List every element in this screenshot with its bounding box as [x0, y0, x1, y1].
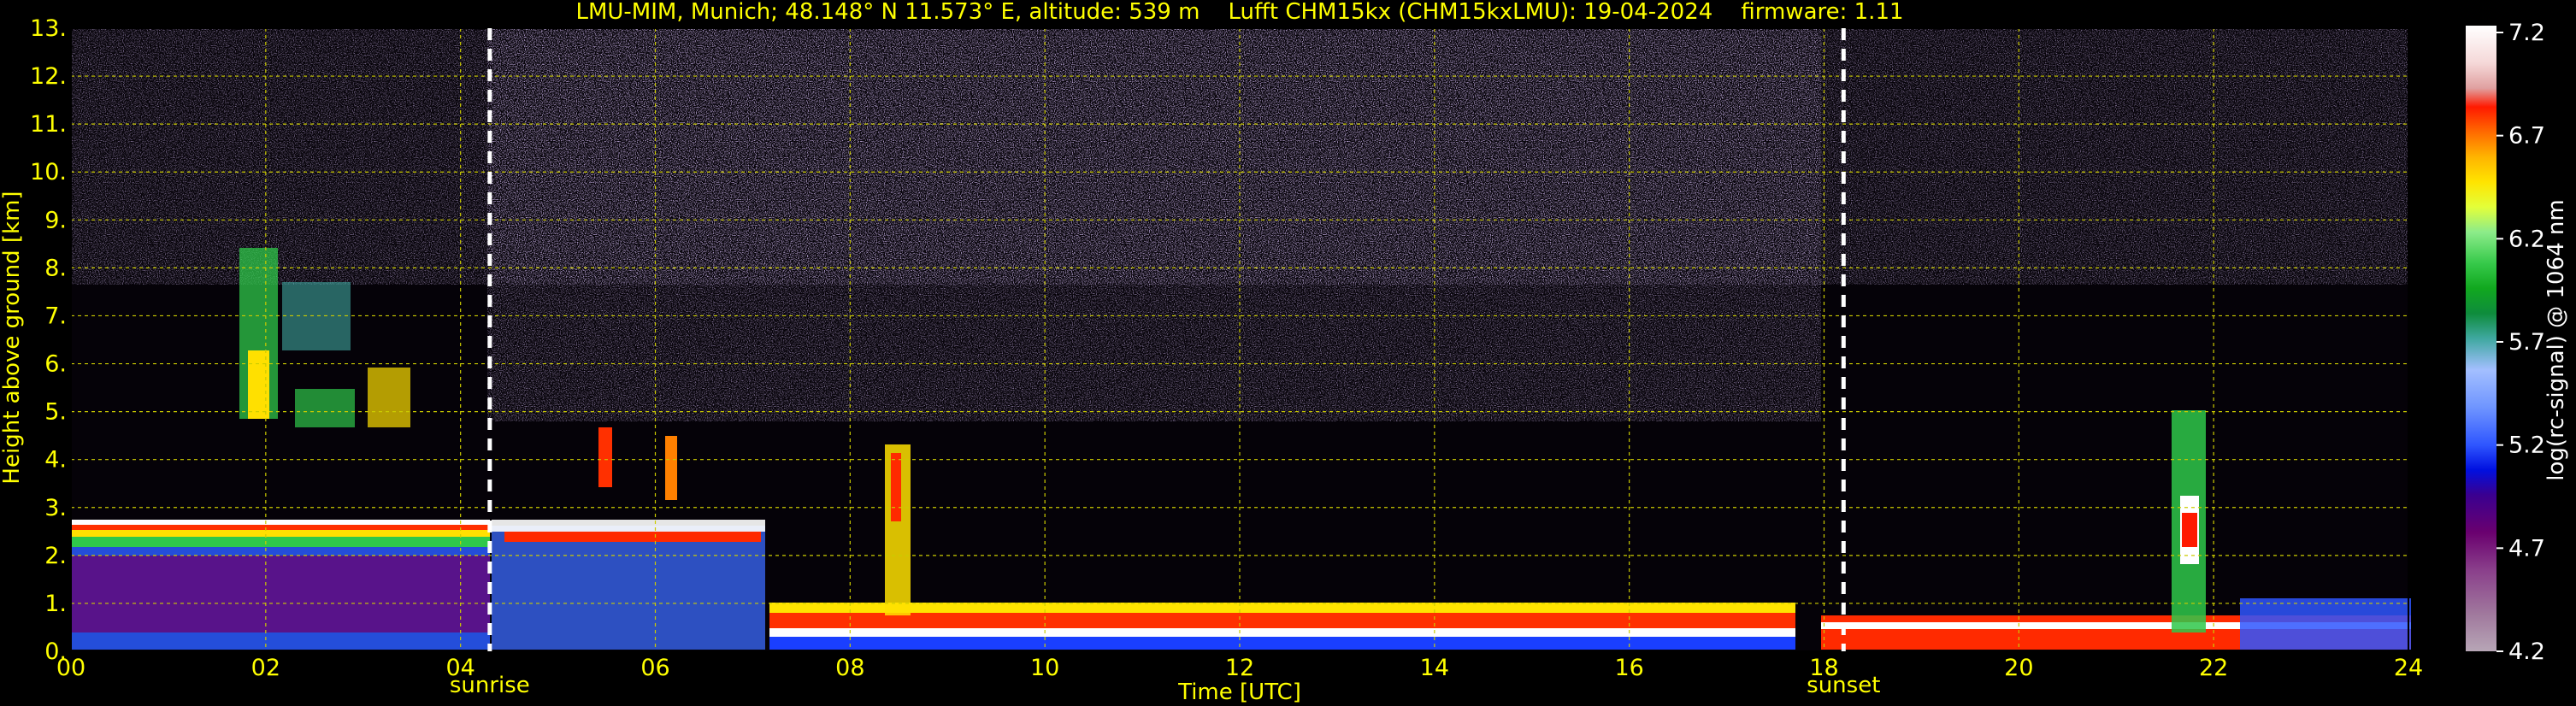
y-tick-label: 13.: [30, 15, 67, 42]
x-tick-label: 16: [1614, 655, 1643, 681]
x-tick-label: 20: [2004, 655, 2033, 681]
x-tick-label: 18: [1809, 655, 1838, 681]
y-tick-label: 2.: [44, 543, 67, 569]
x-tick-label: 04: [445, 655, 475, 681]
y-tick-label: 7.: [44, 303, 67, 329]
colorbar-tick-label: 6.2: [2508, 226, 2545, 252]
x-tick-label: 22: [2199, 655, 2228, 681]
colorbar-tick-label: 4.2: [2508, 638, 2545, 665]
x-tick-label: 02: [251, 655, 280, 681]
y-tick-label: 5.: [44, 399, 67, 426]
colorbar-ticks: 7.2 6.7 6.2 5.7 5.2 4.7 4.2: [2496, 20, 2545, 665]
noise-texture-mid: [487, 28, 1821, 421]
y-tick-label: 11.: [30, 111, 67, 138]
colorbar: [2466, 26, 2496, 651]
y-tick-label: 10.: [30, 159, 67, 185]
x-axis-ticks: 00 02 04 06 08 10 12 14 16 18 20 22 24: [56, 655, 2423, 681]
x-tick-label: 12: [1225, 655, 1254, 681]
y-tick-label: 8.: [44, 255, 67, 281]
x-tick-label: 24: [2394, 655, 2423, 681]
y-tick-label: 9.: [44, 207, 67, 233]
y-tick-label: 3.: [44, 495, 67, 521]
ceilometer-chart: sunrise sunset 0.1.2.3.4.5.6.7.8.9.10.11.…: [0, 0, 2569, 705]
colorbar-tick-label: 5.2: [2508, 432, 2545, 459]
x-tick-label: 14: [1420, 655, 1449, 681]
colorbar-label: log(rc-signal) @ 1064 nm: [2544, 199, 2569, 480]
chart-title: LMU-MIM, Munich; 48.148° N 11.573° E, al…: [575, 0, 1903, 25]
y-tick-label: 1.: [44, 591, 67, 617]
y-axis-label: Height above ground [km]: [0, 191, 25, 484]
x-axis-label: Time [UTC]: [1177, 680, 1301, 705]
x-tick-label: 06: [640, 655, 669, 681]
y-tick-label: 4.: [44, 447, 67, 474]
colorbar-tick-label: 7.2: [2508, 20, 2545, 46]
y-axis-ticks: 0.1.2.3.4.5.6.7.8.9.10.11.12.13.: [30, 15, 67, 665]
y-tick-label: 6.: [44, 351, 67, 378]
y-tick-label: 12.: [30, 63, 67, 90]
x-tick-label: 08: [835, 655, 864, 681]
colorbar-tick-label: 6.7: [2508, 123, 2545, 150]
colorbar-tick-label: 5.7: [2508, 329, 2545, 356]
x-tick-label: 10: [1030, 655, 1059, 681]
colorbar-tick-label: 4.7: [2508, 535, 2545, 562]
x-tick-label: 00: [56, 655, 85, 681]
